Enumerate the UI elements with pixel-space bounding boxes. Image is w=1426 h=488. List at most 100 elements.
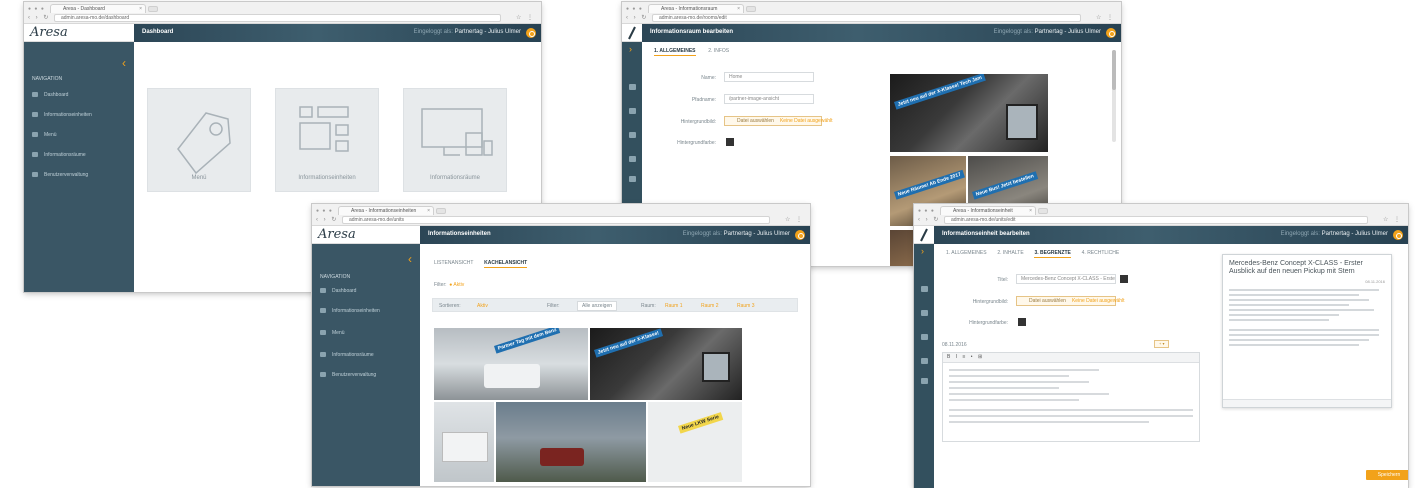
- url-bar[interactable]: admin.aresa-mo.de/units/edit: [944, 216, 1368, 224]
- nav-arrows[interactable]: ‹ › ↻: [316, 216, 338, 223]
- tab-general[interactable]: 1. ALLGEMEINES: [946, 250, 987, 256]
- collapse-icon[interactable]: ‹: [122, 56, 126, 70]
- tab-list-view[interactable]: LISTENANSICHT: [434, 260, 473, 266]
- tile-units[interactable]: Informationseinheiten: [275, 88, 379, 192]
- url-bar[interactable]: admin.aresa-mo.de/dashboard: [54, 14, 501, 22]
- path-input[interactable]: /partner-image-ansicht: [724, 94, 814, 104]
- unit-tile[interactable]: Jetzt neu auf der X-Klasse!: [590, 328, 742, 400]
- sidebar-item-users[interactable]: Benutzerverwaltung: [32, 172, 88, 179]
- window-controls[interactable]: ● ● ●: [316, 208, 333, 214]
- tab-limits[interactable]: 3. BEGRENZTE: [1034, 250, 1071, 258]
- nav-arrows[interactable]: ‹ › ↻: [28, 14, 50, 21]
- collapse-icon[interactable]: ‹: [408, 252, 412, 266]
- top-bar: Informationseinheiten Eingeloggt als: Pa…: [420, 226, 810, 244]
- upload-button[interactable]: Datei auswählen Keine Datei ausgewählt: [1016, 296, 1125, 306]
- sidebar-item-menu[interactable]: Menü: [32, 132, 57, 139]
- unit-tile[interactable]: [496, 402, 646, 482]
- window-controls[interactable]: ● ● ●: [918, 208, 935, 214]
- users-icon[interactable]: [921, 378, 928, 384]
- room-chip-3[interactable]: Raum 3: [737, 303, 755, 309]
- logout-icon[interactable]: [526, 28, 536, 38]
- date-field[interactable]: 08.11.2016: [942, 342, 967, 348]
- sidebar-item-menu[interactable]: Menü: [320, 330, 345, 337]
- sidebar-item-units[interactable]: Informationseinheiten: [320, 308, 380, 315]
- sidebar-item-rooms[interactable]: Informationsräume: [320, 352, 374, 359]
- tile-rooms[interactable]: Informationsräume: [403, 88, 507, 192]
- toolbar-icons[interactable]: ☆ ⋮: [785, 216, 804, 223]
- logo: Aresa: [30, 25, 68, 40]
- title-input[interactable]: Mercedes-Benz Concept X-CLASS - Erster A…: [1016, 274, 1116, 284]
- home-icon[interactable]: [629, 84, 636, 90]
- tab-general[interactable]: 1. ALLGEMEINES: [654, 48, 696, 56]
- url-bar[interactable]: admin.aresa-mo.de/units: [342, 216, 770, 224]
- screen-icon[interactable]: [629, 156, 636, 162]
- unit-tile[interactable]: [434, 402, 494, 482]
- scrollbar[interactable]: [1112, 50, 1116, 142]
- unit-tile[interactable]: Neue LKW Serie: [648, 402, 742, 482]
- expand-icon[interactable]: ›: [921, 246, 924, 256]
- upload-button[interactable]: Datei auswählen Keine Datei ausgewählt: [724, 116, 833, 126]
- sidebar-item-units[interactable]: Informationseinheiten: [32, 112, 92, 119]
- window-controls[interactable]: ● ● ●: [626, 6, 643, 12]
- save-button[interactable]: Speichern: [1366, 470, 1408, 480]
- tab-infos[interactable]: 2. INFOS: [708, 48, 729, 54]
- close-icon[interactable]: ×: [139, 5, 142, 13]
- tag-icon[interactable]: [629, 132, 636, 138]
- tab-content[interactable]: 2. INHALTE: [997, 250, 1023, 256]
- logout-icon[interactable]: [1393, 230, 1403, 240]
- name-input[interactable]: Home: [724, 72, 814, 82]
- unit-tile[interactable]: Partner Tag mit dem Benz: [434, 328, 588, 400]
- browser-tab[interactable]: Aresa - Dashboard ×: [50, 4, 146, 13]
- new-tab-button[interactable]: [746, 6, 756, 12]
- window-controls[interactable]: ● ● ●: [28, 6, 45, 12]
- toolbar-icons[interactable]: ☆ ⋮: [516, 14, 535, 21]
- rich-text-editor[interactable]: B I ≡ • ⊞: [942, 352, 1200, 442]
- preview-card: Mercedes-Benz Concept X-CLASS - Erster A…: [1222, 254, 1392, 408]
- room-chip-1[interactable]: Raum 1: [665, 303, 683, 309]
- browser-chrome: ● ● ● Aresa - Informationseinheiten × ‹ ›…: [312, 204, 810, 226]
- title-color-swatch[interactable]: [1120, 275, 1128, 283]
- url-bar[interactable]: admin.aresa-mo.de/rooms/edit: [652, 14, 1081, 22]
- home-icon[interactable]: [921, 286, 928, 292]
- filter-chip[interactable]: ● Aktiv: [448, 282, 464, 288]
- add-button[interactable]: + ▾: [1154, 340, 1170, 348]
- nav-arrows[interactable]: ‹ › ↻: [918, 216, 940, 223]
- tab-tile-view[interactable]: KACHELANSICHT: [484, 260, 528, 268]
- close-icon[interactable]: ×: [427, 207, 430, 215]
- users-icon[interactable]: [629, 176, 636, 182]
- room-chip-2[interactable]: Raum 2: [701, 303, 719, 309]
- logout-icon[interactable]: [795, 230, 805, 240]
- close-icon[interactable]: ×: [737, 5, 740, 13]
- page-title: Informationsraum bearbeiten: [650, 29, 734, 35]
- tile-menu[interactable]: Menü: [147, 88, 251, 192]
- browser-tab[interactable]: Aresa - Informationsraum ×: [648, 4, 744, 13]
- new-tab-button[interactable]: [148, 6, 158, 12]
- toolbar-icons[interactable]: ☆ ⋮: [1383, 216, 1402, 223]
- tag-icon[interactable]: [921, 334, 928, 340]
- sidebar-item-dashboard[interactable]: Dashboard: [32, 92, 68, 99]
- new-tab-button[interactable]: [1038, 208, 1048, 214]
- browser-tab[interactable]: Aresa - Informationseinheiten ×: [338, 206, 434, 215]
- filter-select[interactable]: Alle anzeigen: [577, 301, 618, 311]
- screen-icon[interactable]: [921, 358, 928, 364]
- sidebar-item-dashboard[interactable]: Dashboard: [320, 288, 356, 295]
- close-icon[interactable]: ×: [1029, 207, 1032, 215]
- color-swatch[interactable]: [1018, 318, 1026, 326]
- user-name: Partnertag - Julius Ulmer: [723, 231, 790, 237]
- home-icon: [320, 288, 326, 294]
- editor-toolbar[interactable]: B I ≡ • ⊞: [943, 353, 1199, 363]
- form-tabs: 1. ALLGEMEINES 2. INHALTE 3. BEGRENZTE 4…: [946, 250, 1120, 258]
- tab-legal[interactable]: 4. RECHTLICHE: [1082, 250, 1120, 256]
- grid-icon[interactable]: [629, 108, 636, 114]
- color-swatch[interactable]: [726, 138, 734, 146]
- logout-icon[interactable]: [1106, 28, 1116, 38]
- grid-icon[interactable]: [921, 310, 928, 316]
- toolbar-icons[interactable]: ☆ ⋮: [1096, 14, 1115, 21]
- sidebar-item-rooms[interactable]: Informationsräume: [32, 152, 86, 159]
- sidebar-item-users[interactable]: Benutzerverwaltung: [320, 372, 376, 379]
- nav-arrows[interactable]: ‹ › ↻: [626, 14, 648, 21]
- browser-tab[interactable]: Aresa - Informationseinheit ×: [940, 206, 1036, 215]
- expand-icon[interactable]: ›: [629, 44, 632, 54]
- sort-chip[interactable]: Aktiv: [477, 303, 488, 309]
- new-tab-button[interactable]: [436, 208, 446, 214]
